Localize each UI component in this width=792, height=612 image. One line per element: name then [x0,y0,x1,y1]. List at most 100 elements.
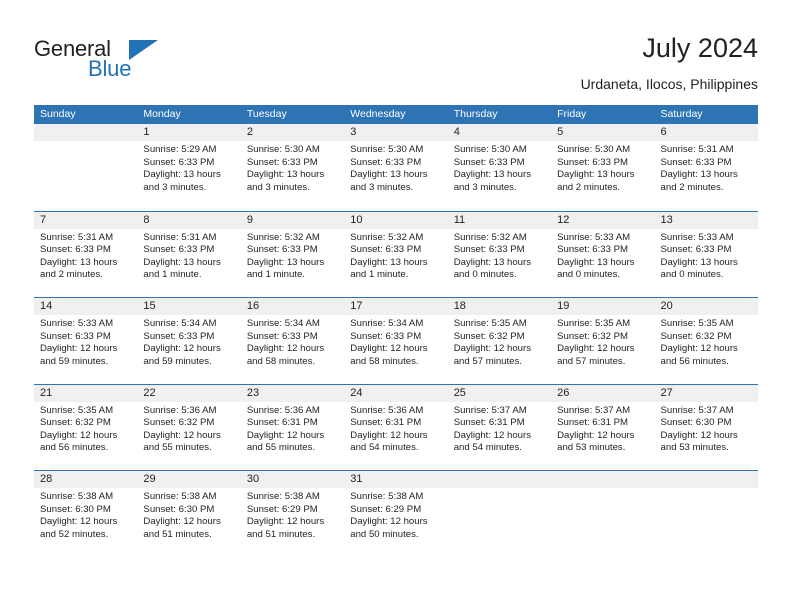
day-number-band: 13 [654,211,758,229]
day-details: Sunrise: 5:36 AM Sunset: 6:31 PM Daylight:… [241,402,344,455]
sunrise-text: Sunrise: 5:31 AM [143,231,217,243]
daylight-text-line1: Daylight: 12 hours [660,343,738,355]
daylight-text-line1: Daylight: 13 hours [40,256,118,268]
day-number-band: 11 [447,211,552,229]
sunset-text: Sunset: 6:32 PM [557,330,629,342]
day-number: 19 [557,300,570,312]
calendar-day-cell[interactable]: 21 Sunrise: 5:35 AM Sunset: 6:32 PM Dayligh… [34,384,138,471]
sunset-text: Sunset: 6:33 PM [143,330,215,342]
calendar-day-cell[interactable]: 3 Sunrise: 5:30 AM Sunset: 6:33 PM Daylight… [344,124,448,211]
general-blue-logo[interactable]: General Blue [34,37,184,85]
daylight-text-line2: and 57 minutes. [453,355,522,367]
sunset-text: Sunset: 6:33 PM [453,156,525,168]
calendar-day-cell[interactable]: 20 Sunrise: 5:35 AM Sunset: 6:32 PM Dayligh… [654,298,758,384]
day-number-band: 19 [551,298,655,315]
calendar-day-cell[interactable]: 5 Sunrise: 5:30 AM Sunset: 6:33 PM Daylight… [551,124,655,211]
day-details: Sunrise: 5:30 AM Sunset: 6:33 PM Daylight:… [344,141,447,194]
page-header: General Blue July 2024 Urdaneta, Ilocos,… [0,0,792,100]
calendar-week-row: 1 Sunrise: 5:29 AM Sunset: 6:33 PM Daylight… [34,124,758,211]
calendar-day-cell[interactable]: 24 Sunrise: 5:36 AM Sunset: 6:31 PM Dayligh… [344,384,448,471]
sunset-text: Sunset: 6:33 PM [350,244,422,256]
calendar-day-cell[interactable]: 14 Sunrise: 5:33 AM Sunset: 6:33 PM Dayligh… [34,298,138,384]
calendar-day-cell[interactable]: 16 Sunrise: 5:34 AM Sunset: 6:33 PM Dayligh… [240,298,345,384]
calendar-day-cell[interactable]: 11 Sunrise: 5:32 AM Sunset: 6:33 PM Dayligh… [447,211,552,298]
calendar-day-cell[interactable]: 9 Sunrise: 5:32 AM Sunset: 6:33 PM Daylight… [240,211,345,298]
daylight-text-line2: and 57 minutes. [557,355,626,367]
day-number-band: 22 [137,384,241,402]
day-number-band: 16 [240,298,345,315]
day-number: 24 [350,386,363,399]
daylight-text-line1: Daylight: 12 hours [246,516,325,528]
calendar-day-cell[interactable]: 7 Sunrise: 5:31 AM Sunset: 6:33 PM Daylight… [34,211,138,298]
daylight-text-line1: Daylight: 13 hours [350,256,428,268]
calendar-day-cell-empty [654,471,758,557]
day-number-band [447,471,552,488]
calendar-day-cell[interactable]: 29 Sunrise: 5:38 AM Sunset: 6:30 PM Dayligh… [137,471,241,557]
daylight-text-line1: Daylight: 12 hours [40,516,118,528]
daylight-text-line1: Daylight: 12 hours [246,343,325,355]
calendar-day-cell[interactable]: 23 Sunrise: 5:36 AM Sunset: 6:31 PM Dayligh… [240,384,345,471]
calendar-day-cell[interactable]: 13 Sunrise: 5:33 AM Sunset: 6:33 PM Dayligh… [654,211,758,298]
calendar-day-cell[interactable]: 6 Sunrise: 5:31 AM Sunset: 6:33 PM Daylight… [654,124,758,211]
day-details: Sunrise: 5:33 AM Sunset: 6:33 PM Daylight:… [655,229,758,282]
calendar-day-cell[interactable]: 27 Sunrise: 5:37 AM Sunset: 6:30 PM Dayligh… [654,384,758,471]
sunrise-text: Sunrise: 5:29 AM [143,144,217,155]
day-number-band: 6 [654,124,758,141]
calendar-day-cell[interactable]: 31 Sunrise: 5:38 AM Sunset: 6:29 PM Dayligh… [344,471,448,557]
day-number: 13 [660,213,673,226]
calendar-day-cell[interactable]: 18 Sunrise: 5:35 AM Sunset: 6:32 PM Dayligh… [447,298,552,384]
daylight-text-line2: and 53 minutes. [557,442,626,454]
calendar-day-cell[interactable]: 15 Sunrise: 5:34 AM Sunset: 6:33 PM Dayligh… [137,298,241,384]
sunset-text: Sunset: 6:29 PM [246,503,318,515]
logo-triangle-icon [129,40,158,60]
sunset-text: Sunset: 6:33 PM [660,244,732,256]
sunset-text: Sunset: 6:33 PM [246,244,318,256]
sunset-text: Sunset: 6:32 PM [40,417,111,429]
calendar-day-cell[interactable]: 8 Sunrise: 5:31 AM Sunset: 6:33 PM Daylight… [137,211,241,298]
weekday-header-thursday: Thursday [453,108,498,120]
calendar-day-cell[interactable]: 25 Sunrise: 5:37 AM Sunset: 6:31 PM Dayligh… [447,384,552,471]
day-details: Sunrise: 5:35 AM Sunset: 6:32 PM Daylight:… [448,315,551,368]
day-number: 6 [660,126,667,138]
daylight-text-line1: Daylight: 13 hours [557,169,635,181]
calendar-day-cell[interactable]: 30 Sunrise: 5:38 AM Sunset: 6:29 PM Dayligh… [240,471,345,557]
calendar-day-cell[interactable]: 17 Sunrise: 5:34 AM Sunset: 6:33 PM Dayligh… [344,298,448,384]
day-number: 27 [660,386,673,399]
day-details: Sunrise: 5:38 AM Sunset: 6:29 PM Daylight:… [344,488,447,541]
calendar-day-cell[interactable]: 2 Sunrise: 5:30 AM Sunset: 6:33 PM Daylight… [240,124,345,211]
daylight-text-line1: Daylight: 12 hours [143,343,221,355]
calendar-day-cell[interactable]: 22 Sunrise: 5:36 AM Sunset: 6:32 PM Dayligh… [137,384,241,471]
page-title: July 2024 [642,33,758,63]
day-number: 16 [246,300,260,312]
daylight-text-line2: and 3 minutes. [350,181,414,193]
day-number-band: 29 [137,471,241,488]
day-number: 14 [40,300,53,312]
sunset-text: Sunset: 6:33 PM [40,330,111,342]
calendar-day-cell[interactable]: 12 Sunrise: 5:33 AM Sunset: 6:33 PM Dayligh… [551,211,655,298]
weekday-header-saturday: Saturday [660,108,703,120]
sunrise-text: Sunrise: 5:33 AM [557,231,631,243]
day-number-band: 5 [551,124,655,141]
calendar-day-cell[interactable]: 4 Sunrise: 5:30 AM Sunset: 6:33 PM Daylight… [447,124,552,211]
calendar-day-cell[interactable]: 10 Sunrise: 5:32 AM Sunset: 6:33 PM Dayligh… [344,211,448,298]
sunrise-text: Sunrise: 5:38 AM [246,491,320,502]
calendar-day-cell[interactable]: 19 Sunrise: 5:35 AM Sunset: 6:32 PM Dayligh… [551,298,655,384]
sunrise-text: Sunrise: 5:36 AM [246,404,320,416]
day-number-band: 12 [551,211,655,229]
sunset-text: Sunset: 6:30 PM [660,417,732,429]
calendar-week-row: 7 Sunrise: 5:31 AM Sunset: 6:33 PM Daylight… [34,210,758,298]
daylight-text-line2: and 52 minutes. [40,528,109,540]
sunrise-text: Sunrise: 5:32 AM [246,231,320,243]
calendar-day-cell[interactable]: 1 Sunrise: 5:29 AM Sunset: 6:33 PM Daylight… [137,124,241,211]
day-details: Sunrise: 5:38 AM Sunset: 6:30 PM Daylight:… [34,488,137,541]
daylight-text-line1: Daylight: 13 hours [143,256,221,268]
day-details: Sunrise: 5:32 AM Sunset: 6:33 PM Daylight:… [344,229,447,282]
day-number-band: 28 [34,471,138,488]
daylight-text-line1: Daylight: 12 hours [350,429,428,441]
daylight-text-line2: and 58 minutes. [350,355,419,367]
calendar-day-cell[interactable]: 26 Sunrise: 5:37 AM Sunset: 6:31 PM Dayligh… [551,384,655,471]
sunrise-text: Sunrise: 5:37 AM [453,404,527,416]
calendar-day-cell[interactable]: 28 Sunrise: 5:38 AM Sunset: 6:30 PM Dayligh… [34,471,138,557]
sunset-text: Sunset: 6:30 PM [143,503,215,515]
sunrise-text: Sunrise: 5:32 AM [453,231,527,243]
